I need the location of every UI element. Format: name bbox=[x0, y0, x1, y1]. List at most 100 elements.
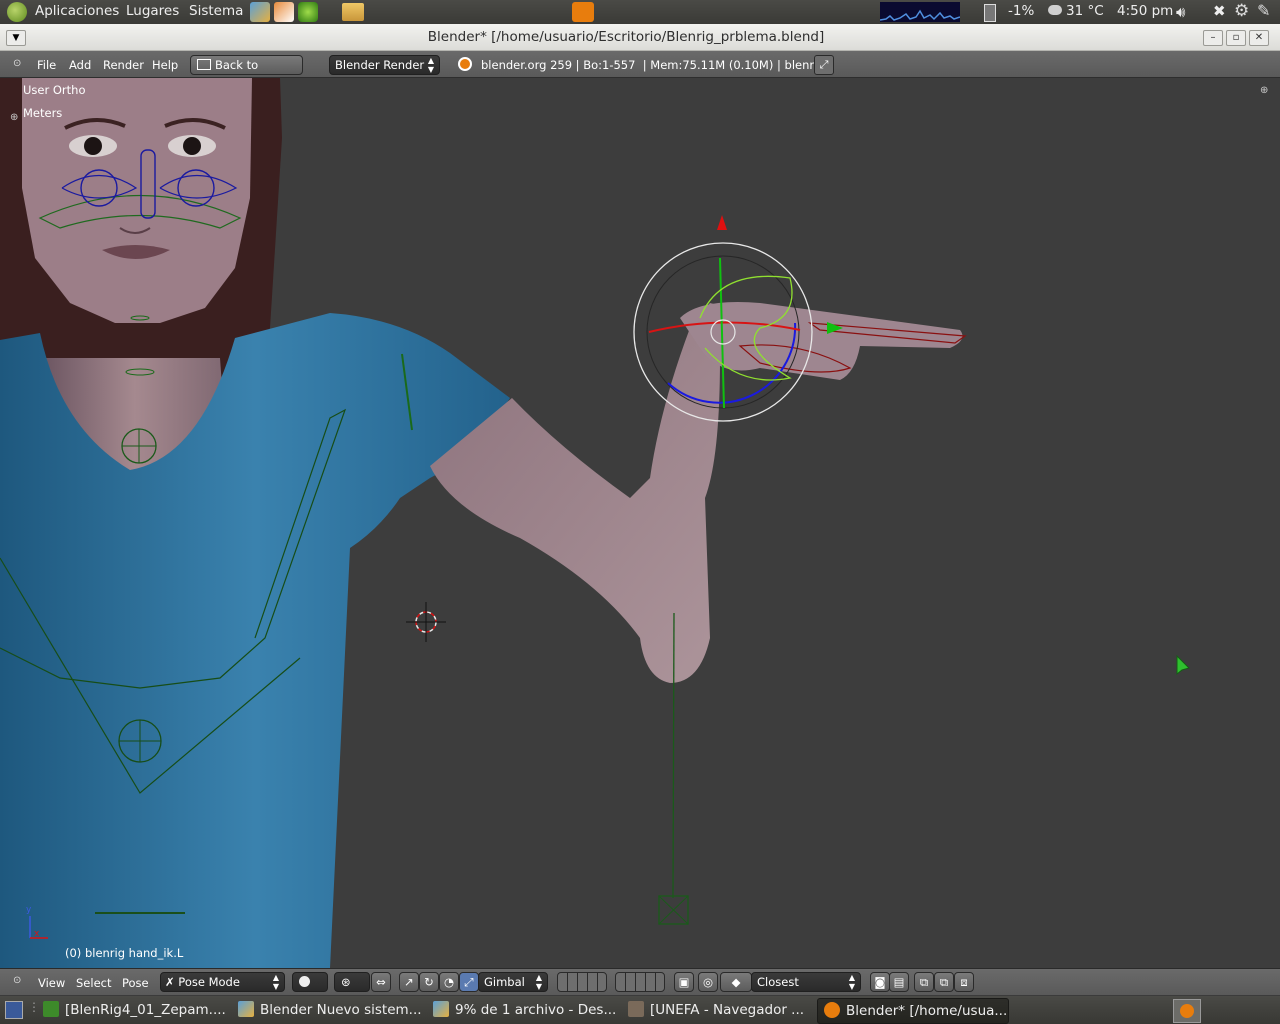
snap-element-icon[interactable]: ◆ bbox=[720, 972, 752, 992]
window-title: Blender* [/home/usuario/Escritorio/Blenr… bbox=[427, 29, 825, 45]
layer-buttons-1[interactable] bbox=[557, 972, 607, 992]
select-arrows-icon: ▲ ▼ bbox=[535, 973, 542, 991]
navigator-icon bbox=[628, 1001, 644, 1017]
shading-select[interactable] bbox=[292, 972, 328, 992]
scene-stats: blender.org 259 | Bo:1-557 | Mem:75.11M … bbox=[481, 58, 825, 72]
pen-icon[interactable]: ✎︎ bbox=[1257, 1, 1270, 20]
top-panel: Aplicaciones Lugares Sistema -1% 31 °C 4… bbox=[0, 0, 1280, 24]
browser-icon bbox=[238, 1001, 254, 1017]
lock-camera-icon[interactable]: ▣ bbox=[674, 972, 694, 992]
view3d-header: ⊙ View Select Pose ✗ Pose Mode ▲ ▼ ⊛ ⇔ ↗ … bbox=[0, 968, 1280, 995]
gear-icon[interactable]: ⚙︎ bbox=[1234, 1, 1249, 21]
taskbar: ⋮ [BlenRig4_01_Zepam.... Blender Nuevo s… bbox=[0, 996, 1280, 1024]
manipulator-toggle-active[interactable]: ⤢ bbox=[459, 972, 479, 992]
layer-buttons-2[interactable] bbox=[615, 972, 665, 992]
orientation-select[interactable]: Gimbal ▲ ▼ bbox=[478, 972, 548, 992]
fullscreen-icon[interactable]: ⤢ bbox=[814, 55, 834, 75]
minimize-button[interactable]: – bbox=[1203, 30, 1223, 46]
task-label: 9% de 1 archivo - Des... bbox=[455, 1002, 617, 1018]
mode-select[interactable]: ✗ Pose Mode ▲ ▼ bbox=[160, 972, 285, 992]
toolshelf-toggle-icon[interactable]: ⊕ bbox=[10, 112, 18, 123]
menu-pose[interactable]: Pose bbox=[122, 976, 149, 990]
solid-shading-icon bbox=[299, 976, 310, 987]
download-icon bbox=[433, 1001, 449, 1017]
character-arm bbox=[430, 303, 730, 683]
menu-render[interactable]: Render bbox=[103, 58, 144, 72]
blender-logo-icon bbox=[458, 57, 472, 71]
folder-icon[interactable] bbox=[342, 3, 364, 21]
axis-y-label: y bbox=[26, 905, 32, 915]
battery-icon[interactable] bbox=[984, 4, 996, 22]
select-arrows-icon: ▲ ▼ bbox=[272, 973, 279, 991]
3d-viewport[interactable]: User Ortho Meters ⊕ ⊕ y x (0) blenrig ha… bbox=[0, 78, 1280, 968]
rotate-manipulator[interactable]: ↻ bbox=[419, 972, 439, 992]
select-arrows-icon: ▲ ▼ bbox=[848, 973, 855, 991]
launcher-icon-3[interactable] bbox=[298, 2, 318, 22]
render-engine-label: Blender Render bbox=[335, 58, 425, 72]
menu-sistema[interactable]: Sistema bbox=[189, 3, 243, 19]
weather-icon[interactable] bbox=[1048, 5, 1062, 15]
launcher-icon-2[interactable] bbox=[274, 2, 294, 22]
menu-file[interactable]: File bbox=[37, 58, 56, 72]
menu-help[interactable]: Help bbox=[152, 58, 178, 72]
system-monitor-graph[interactable] bbox=[879, 2, 961, 22]
weather-temp[interactable]: 31 °C bbox=[1066, 3, 1104, 19]
orientation-label: Gimbal bbox=[484, 975, 525, 989]
clock[interactable]: 4:50 pm bbox=[1117, 3, 1173, 19]
workspace-switcher[interactable] bbox=[1173, 999, 1201, 1023]
mouse-cursor bbox=[1176, 654, 1190, 676]
menu-select[interactable]: Select bbox=[76, 976, 111, 990]
proportional-edit-icon[interactable]: ◎ bbox=[698, 972, 718, 992]
gnome-foot-icon[interactable] bbox=[7, 2, 27, 22]
task-item-active[interactable]: Blender* [/home/usua... bbox=[817, 998, 1009, 1024]
libreoffice-icon bbox=[43, 1001, 59, 1017]
pivot-icon: ⊛ bbox=[341, 975, 351, 989]
close-button[interactable]: ✕ bbox=[1249, 30, 1269, 46]
pose-mode-icon: ✗ bbox=[165, 975, 175, 989]
editor-type-icon[interactable]: ⊙ bbox=[13, 58, 21, 69]
blender-icon bbox=[824, 1002, 840, 1018]
pivot-select[interactable]: ⊛ bbox=[334, 972, 370, 992]
task-label: [UNEFA - Navegador ... bbox=[650, 1002, 805, 1018]
active-object-label: (0) blenrig hand_ik.L bbox=[65, 946, 184, 960]
properties-toggle-icon[interactable]: ⊕ bbox=[1260, 85, 1268, 96]
window-titlebar[interactable]: ▼ Blender* [/home/usuario/Escritorio/Ble… bbox=[0, 24, 1280, 51]
battery-percent[interactable]: -1% bbox=[1008, 3, 1034, 19]
task-item[interactable]: Blender Nuevo sistem... bbox=[232, 998, 422, 1022]
mode-label: Pose Mode bbox=[178, 975, 240, 989]
render-icon[interactable]: ◙ bbox=[870, 972, 890, 992]
task-item[interactable]: [UNEFA - Navegador ... bbox=[622, 998, 812, 1022]
menu-aplicaciones[interactable]: Aplicaciones bbox=[35, 3, 119, 19]
snap-target-select[interactable]: Closest ▲ ▼ bbox=[751, 972, 861, 992]
task-item[interactable]: [BlenRig4_01_Zepam.... bbox=[37, 998, 227, 1022]
menu-add[interactable]: Add bbox=[69, 58, 91, 72]
back-to-previous-button[interactable]: Back to Previous bbox=[190, 55, 303, 90]
blender-mini-icon bbox=[1180, 1004, 1194, 1018]
scale-manipulator[interactable]: ◔ bbox=[439, 972, 459, 992]
snap-target-label: Closest bbox=[757, 975, 799, 989]
launcher-icon-1[interactable] bbox=[250, 2, 270, 22]
blender-launcher-icon[interactable] bbox=[572, 2, 594, 22]
show-desktop-icon[interactable] bbox=[5, 1001, 23, 1019]
translate-manipulator[interactable]: ↗ bbox=[399, 972, 419, 992]
task-label: Blender* [/home/usua... bbox=[846, 1003, 1008, 1019]
viewport-scene[interactable] bbox=[0, 78, 1280, 968]
render-engine-select[interactable]: Blender Render ▲ ▼ bbox=[329, 55, 440, 75]
menu-lugares[interactable]: Lugares bbox=[126, 3, 179, 19]
task-label: [BlenRig4_01_Zepam.... bbox=[65, 1002, 226, 1018]
task-label: Blender Nuevo sistem... bbox=[260, 1002, 422, 1018]
network-icon[interactable]: ✖︎ bbox=[1213, 2, 1226, 20]
view-name-label: User Ortho bbox=[23, 83, 86, 97]
volume-icon[interactable]: 🔊︎ bbox=[1176, 3, 1185, 21]
paste-flipped-icon[interactable]: ⧈ bbox=[954, 972, 974, 992]
editor-type-icon[interactable]: ⊙ bbox=[13, 975, 21, 986]
paste-pose-icon[interactable]: ⧉ bbox=[934, 972, 954, 992]
axis-x-label: x bbox=[34, 929, 40, 939]
manipulator-toggle[interactable]: ⇔ bbox=[371, 972, 391, 992]
task-item[interactable]: 9% de 1 archivo - Des... bbox=[427, 998, 617, 1022]
render-anim-icon[interactable]: ▤ bbox=[889, 972, 909, 992]
units-label: Meters bbox=[23, 106, 63, 120]
maximize-button[interactable]: ▫ bbox=[1226, 30, 1246, 46]
menu-view[interactable]: View bbox=[38, 976, 65, 990]
copy-pose-icon[interactable]: ⧉ bbox=[914, 972, 934, 992]
